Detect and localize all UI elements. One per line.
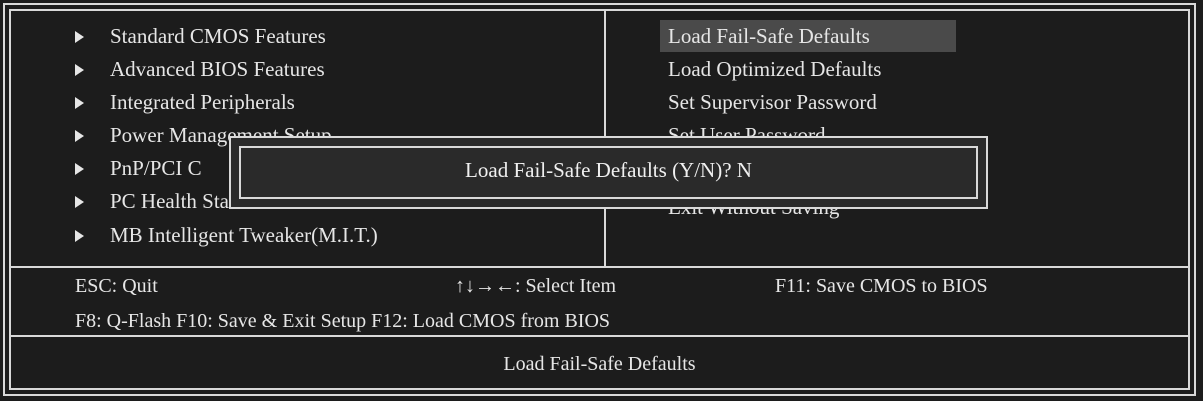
menu-item-advanced-bios[interactable]: Advanced BIOS Features [110,54,325,84]
submenu-arrow-icon [75,130,84,142]
status-function-keys: F8: Q-Flash F10: Save & Exit Setup F12: … [75,310,611,332]
submenu-arrow-icon [75,230,84,242]
confirm-dialog-inner-frame: Load Fail-Safe Defaults (Y/N)? N [239,146,978,199]
confirm-dialog-prompt[interactable]: Load Fail-Safe Defaults (Y/N)? N [241,157,976,183]
menu-item-mb-intelligent-tweaker[interactable]: MB Intelligent Tweaker(M.I.T.) [110,220,378,250]
submenu-arrow-icon [75,64,84,76]
menu-item-load-fail-safe[interactable]: Load Fail-Safe Defaults [668,21,870,51]
bios-setup-screen: Standard CMOS Features Advanced BIOS Fea… [0,0,1203,401]
submenu-arrow-icon [75,97,84,109]
menu-item-load-optimized[interactable]: Load Optimized Defaults [668,54,881,84]
confirm-dialog[interactable]: Load Fail-Safe Defaults (Y/N)? N [229,136,988,209]
status-f11-save: F11: Save CMOS to BIOS [775,275,988,297]
submenu-arrow-icon [75,196,84,208]
submenu-arrow-icon [75,163,84,175]
menu-item-integrated-peripherals[interactable]: Integrated Peripherals [110,87,295,117]
status-select-item: ↑↓→←: Select Item [455,275,617,297]
menu-item-set-supervisor-password[interactable]: Set Supervisor Password [668,87,877,117]
help-text: Load Fail-Safe Defaults [503,353,696,375]
status-esc-quit: ESC: Quit [75,275,158,297]
menu-bottom-divider [9,266,1190,268]
menu-item-standard-cmos[interactable]: Standard CMOS Features [110,21,326,51]
submenu-arrow-icon [75,31,84,43]
help-divider [9,335,1190,337]
menu-item-pnp-pci[interactable]: PnP/PCI C [110,153,202,183]
